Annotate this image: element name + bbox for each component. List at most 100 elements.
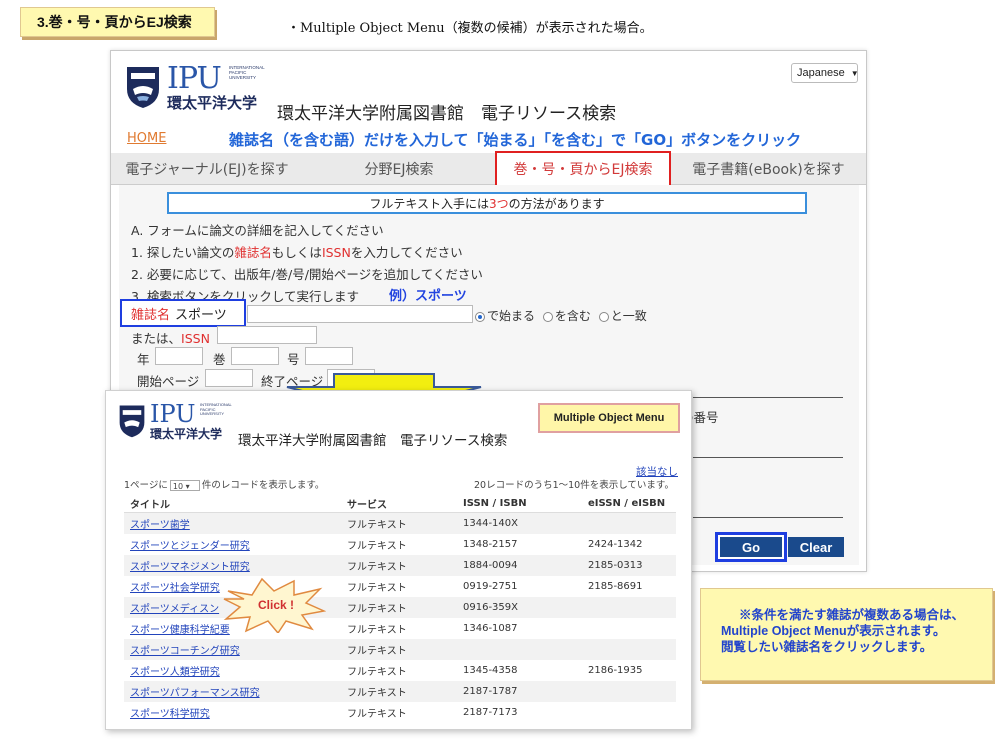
service-cell: フルテキスト: [341, 576, 457, 597]
service-cell-text: フルテキスト: [347, 583, 407, 594]
issn-cell: 1884-0094: [457, 555, 582, 576]
journal-title-link[interactable]: スポーツ社会学研究: [130, 583, 220, 594]
eissn-cell: [582, 512, 676, 534]
journal-title-cell[interactable]: スポーツ科学研究: [124, 702, 341, 723]
journal-title-cell[interactable]: スポーツとジェンダー研究: [124, 534, 341, 555]
journal-title-link[interactable]: スポーツマネジメント研究: [130, 562, 250, 573]
issn-cell: 0916-359X: [457, 597, 582, 618]
eissn-cell: [582, 681, 676, 702]
journal-title-cell[interactable]: スポーツマネジメント研究: [124, 555, 341, 576]
home-link[interactable]: HOME: [127, 131, 166, 146]
journal-title-link[interactable]: スポーツパフォーマンス研究: [130, 688, 260, 699]
journal-title-input[interactable]: [247, 305, 473, 323]
tab-citation-search[interactable]: 巻・号・頁からEJ検索: [495, 151, 671, 187]
table-row[interactable]: スポーツメディスン フルテキスト 0916-359X: [124, 597, 676, 618]
eissn-cell: [582, 618, 676, 639]
col-eissn: eISSN / eISBN: [582, 494, 676, 513]
year-input[interactable]: [155, 347, 203, 365]
issn-cell: 1346-1087: [457, 618, 582, 639]
journal-title-link[interactable]: スポーツコーチング研究: [130, 646, 240, 657]
service-cell: フルテキスト: [341, 618, 457, 639]
table-row[interactable]: スポーツ人類学研究 フルテキスト 1345-4358 2186-1935: [124, 660, 676, 681]
table-row[interactable]: スポーツ健康科学紀要 フルテキスト 1346-1087: [124, 618, 676, 639]
issn-cell-text: 0916-359X: [463, 602, 518, 613]
journal-title-cell[interactable]: スポーツ人類学研究: [124, 660, 341, 681]
eissn-cell-text: 2186-1935: [588, 665, 643, 676]
go-button[interactable]: Go: [715, 532, 787, 562]
journal-title-link[interactable]: スポーツメディスン: [130, 604, 219, 615]
eissn-cell-text: 2424-1342: [588, 539, 643, 550]
service-cell-text: フルテキスト: [347, 709, 407, 720]
start-page-input[interactable]: [205, 369, 253, 387]
results-table: タイトル サービス ISSN / ISBN eISSN / eISBN スポーツ…: [124, 494, 676, 723]
issn-cell-text: 1346-1087: [463, 623, 518, 634]
journal-title-cell[interactable]: スポーツ歯学: [124, 512, 341, 534]
radio-contains[interactable]: [542, 311, 553, 322]
language-value: Japanese: [797, 67, 845, 79]
records-per-page: 1ページに 10 ▾ 件のレコードを表示します。: [124, 480, 325, 491]
col-issn: ISSN / ISBN: [457, 494, 582, 513]
service-cell-text: フルテキスト: [347, 688, 407, 699]
table-row[interactable]: スポーツマネジメント研究 フルテキスト 1884-0094 2185-0313: [124, 555, 676, 576]
eissn-cell: 2185-0313: [582, 555, 676, 576]
go-button-label: Go: [720, 537, 782, 557]
clear-button[interactable]: Clear: [788, 537, 844, 557]
volume-input[interactable]: [231, 347, 279, 365]
click-callout-text: Click !: [258, 598, 295, 612]
issn-label: または、ISSN: [131, 331, 210, 346]
per-page-select[interactable]: 10 ▾: [169, 480, 200, 491]
logo-ipu: IPU: [167, 61, 222, 96]
radio-starts-with[interactable]: [475, 311, 485, 322]
journal-title-link[interactable]: スポーツ健康科学紀要: [130, 625, 230, 636]
journal-title-cell[interactable]: スポーツパフォーマンス研究: [124, 681, 341, 702]
issn-input[interactable]: [217, 326, 317, 344]
service-cell-text: フルテキスト: [347, 541, 407, 552]
step-tag: 3.巻・号・頁からEJ検索: [20, 7, 215, 37]
journal-title-cell[interactable]: スポーツコーチング研究: [124, 639, 341, 660]
service-cell-text: フルテキスト: [347, 562, 407, 573]
issn-cell-text: 1348-2157: [463, 539, 518, 550]
journal-title-link[interactable]: スポーツ歯学: [130, 520, 190, 531]
table-row[interactable]: スポーツ歯学 フルテキスト 1344-140X: [124, 512, 676, 534]
radio-exact[interactable]: [598, 311, 609, 322]
journal-title-link[interactable]: スポーツ科学研究: [130, 709, 210, 720]
multiple-object-menu-badge: Multiple Object Menu: [538, 403, 680, 433]
table-row[interactable]: スポーツパフォーマンス研究 フルテキスト 2187-1787: [124, 681, 676, 702]
issue-input[interactable]: [305, 347, 353, 365]
university-shield-icon: [127, 67, 159, 108]
journal-title-link[interactable]: スポーツ人類学研究: [130, 667, 220, 678]
service-cell: フルテキスト: [341, 660, 457, 681]
journal-field-label: 雑誌名: [131, 308, 171, 323]
top-caption: ・Multiple Object Menu（複数の候補）が表示された場合。: [287, 21, 653, 36]
table-row[interactable]: スポーツコーチング研究 フルテキスト: [124, 639, 676, 660]
logo-ipu: IPU: [150, 400, 196, 428]
service-cell-text: フルテキスト: [347, 646, 407, 657]
issn-cell-text: 2187-1787: [463, 686, 518, 697]
instruction-annotation: 雑誌名（を含む語）だけを入力して「始まる」「を含む」で「GO」ボタンをクリック: [229, 131, 802, 149]
journal-field-value: スポーツ: [175, 308, 227, 323]
chevron-down-icon: ▼: [850, 68, 859, 78]
step1-text: 1. 探したい論文の雑誌名もしくはISSNを入力してください: [131, 245, 463, 260]
table-row[interactable]: スポーツ科学研究 フルテキスト 2187-7173: [124, 702, 676, 723]
eissn-cell: 2186-1935: [582, 660, 676, 681]
record-count: 20レコードのうち1～10件を表示しています。: [474, 480, 674, 491]
divider: [693, 517, 843, 518]
journal-title-link[interactable]: スポーツとジェンダー研究: [130, 541, 250, 552]
col-service: サービス: [341, 494, 457, 513]
eissn-cell: [582, 639, 676, 660]
table-row[interactable]: スポーツとジェンダー研究 フルテキスト 1348-2157 2424-1342: [124, 534, 676, 555]
match-options: で始まる を含む と一致: [475, 307, 647, 324]
tab-field-ej[interactable]: 分野EJ検索: [303, 153, 495, 184]
example-annotation: 例）スポーツ: [389, 289, 467, 304]
issn-cell-text: 1345-4358: [463, 665, 518, 676]
eissn-cell-text: 2185-8691: [588, 581, 643, 592]
service-cell: フルテキスト: [341, 512, 457, 534]
divider: [693, 457, 843, 458]
language-select[interactable]: Japanese ▼: [791, 63, 859, 83]
tab-ebook-search[interactable]: 電子書籍(eBook)を探す: [671, 153, 866, 184]
issn-cell: 0919-2751: [457, 576, 582, 597]
issn-cell: 2187-1787: [457, 681, 582, 702]
university-shield-icon: [119, 405, 145, 438]
tab-ej-search[interactable]: 電子ジャーナル(EJ)を探す: [111, 153, 303, 184]
table-row[interactable]: スポーツ社会学研究 フルテキスト 0919-2751 2185-8691: [124, 576, 676, 597]
